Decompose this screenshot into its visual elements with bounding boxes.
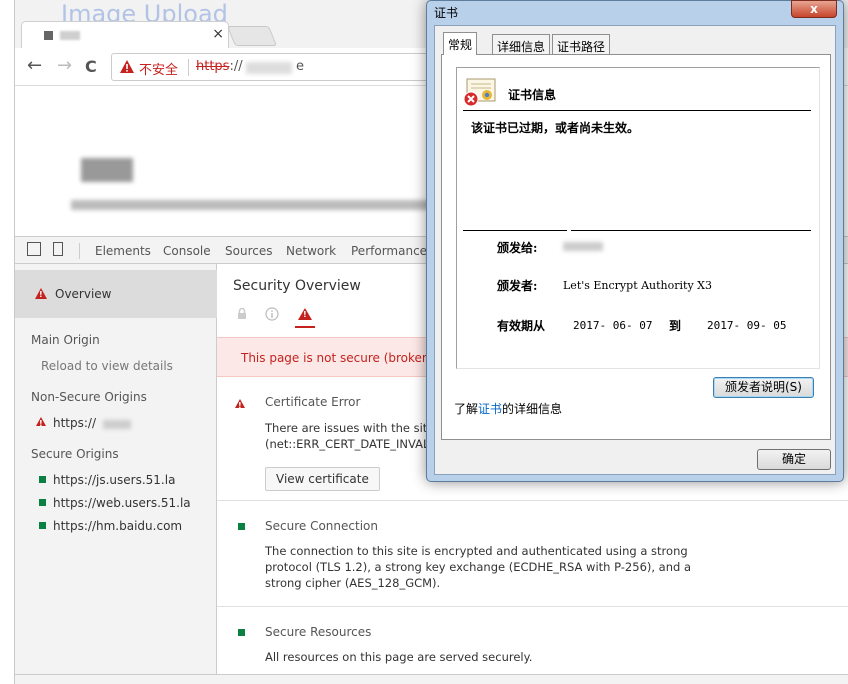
secure-connection-text: protocol (TLS 1.2), a strong key exchang… [265,560,692,574]
browser-tab[interactable]: × [21,21,229,49]
section-divider-left [463,230,567,231]
certificate-dialog: 证书 x 常规 详细信息 证书路径 证书信息 该证书已过期，或者尚未生效。 颁发… [426,0,844,482]
secure-status-icon [238,523,245,530]
omnibox-divider [188,59,189,76]
tab-close-icon[interactable]: × [212,26,224,42]
forward-arrow-icon[interactable]: → [57,55,72,76]
general-tab-pane: 证书信息 该证书已过期，或者尚未生效。 颁发给: 颁发者: Let's Encr… [441,54,831,440]
ok-button[interactable]: 确定 [757,449,831,470]
certificate-error-title: Certificate Error [265,395,361,409]
secure-origin-item[interactable]: https://web.users.51.la [53,496,191,510]
tab-details[interactable]: 详细信息 [492,34,551,55]
security-sidebar: Overview Main Origin Reload to view deta… [15,264,217,684]
secure-status-icon [39,499,46,506]
sidebar-item-label: Overview [55,287,112,301]
close-icon[interactable]: x [791,0,837,18]
security-overview-title: Security Overview [233,278,361,294]
origin-redacted [103,420,131,429]
issuer-statement-button[interactable]: 颁发者说明(S) [713,377,814,398]
dialog-client-area: 常规 详细信息 证书路径 证书信息 该证书已过期，或者尚未生效。 颁发给: 颁发… [434,25,836,475]
url-tail: e [296,59,304,74]
page-text-redacted [71,200,431,210]
warning-icon [35,288,47,299]
url-separator: :// [229,59,243,74]
secure-connection-section: Secure Connection The connection to this… [217,519,848,607]
secure-connection-title: Secure Connection [265,519,378,533]
learn-more-prefix: 了解 [454,402,479,416]
certificate-error-icon [463,78,496,107]
banner-text: This page is not secure (broken HT [241,351,450,365]
secure-origin-item[interactable]: https://hm.baidu.com [53,519,182,533]
view-certificate-button[interactable]: View certificate [265,467,380,491]
certificate-info-heading: 证书信息 [508,88,557,102]
secure-resources-title: Secure Resources [265,625,372,639]
secure-origins-heading: Secure Origins [31,447,119,461]
secure-origin-item[interactable]: https://js.users.51.la [53,473,175,487]
learn-more-text: 了解证书的详细信息 [454,400,562,417]
new-tab-button[interactable] [226,26,278,46]
secure-resources-section: Secure Resources All resources on this p… [217,625,848,671]
tab-network[interactable]: Network [286,244,336,258]
issued-to-redacted [563,242,603,251]
inspect-element-icon[interactable] [27,242,41,256]
tab-sources[interactable]: Sources [225,244,272,258]
tab-performance[interactable]: Performance [351,244,427,258]
secure-status-icon [39,522,46,529]
address-bar[interactable]: 不安全 https:// e [111,53,431,81]
url-scheme: https [196,59,230,74]
certificate-link[interactable]: 证书 [478,402,502,416]
secure-connection-text: strong cipher (AES_128_GCM). [265,576,441,590]
warning-underline [295,326,315,328]
issued-to-label: 颁发给: [497,241,538,255]
issued-by-label: 颁发者: [497,279,538,293]
tab-console[interactable]: Console [163,244,211,258]
certificate-error-code: (net::ERR_CERT_DATE_INVALID [265,437,442,451]
valid-from-value: 2017- 06- 07 [573,319,653,332]
secure-status-icon [39,476,46,483]
non-secure-origin-item[interactable]: https:// [53,416,96,430]
warning-icon [298,308,312,320]
tab-certification-path[interactable]: 证书路径 [552,34,611,55]
sidebar-item-overview[interactable]: Overview [15,270,217,318]
heading-divider [463,110,811,111]
devtools-drawer-bar [15,674,848,684]
url-redacted [246,62,292,74]
certificate-info-box: 证书信息 该证书已过期，或者尚未生效。 颁发给: 颁发者: Let's Encr… [456,67,820,369]
validity-to-label: 到 [669,319,682,333]
valid-to-value: 2017- 09- 05 [707,319,787,332]
tab-elements[interactable]: Elements [95,244,151,258]
issued-by-value: Let's Encrypt Authority X3 [563,279,712,292]
tab-title-redacted [60,31,80,40]
certificate-error-text: There are issues with the site's [265,421,444,435]
secure-connection-text: The connection to this site is encrypted… [265,544,688,558]
dialog-title: 证书 [434,6,459,20]
certificate-status-text: 该证书已过期，或者尚未生效。 [471,121,640,135]
not-secure-label[interactable]: 不安全 [139,59,178,78]
main-origin-reload-item[interactable]: Reload to view details [41,359,173,373]
secure-resources-text: All resources on this page are served se… [265,650,533,664]
back-arrow-icon[interactable]: ← [27,55,42,76]
url-text[interactable]: https:// [196,59,243,74]
tab-general[interactable]: 常规 [443,32,478,55]
non-secure-origins-heading: Non-Secure Origins [31,390,147,404]
device-toolbar-icon[interactable] [53,242,63,256]
warning-icon [235,399,245,410]
info-icon [265,307,279,321]
page-favicon-icon [44,31,53,40]
not-secure-warning-icon[interactable] [119,59,135,74]
lock-icon [238,308,246,319]
devtools-divider [79,243,80,259]
warning-icon [36,417,46,428]
reload-icon[interactable]: C [85,57,97,76]
secure-status-icon [238,629,245,636]
main-origin-heading: Main Origin [31,333,100,347]
learn-more-suffix: 的详细信息 [502,402,563,416]
page-heading-redacted [81,158,133,182]
section-divider-right [571,230,811,231]
validity-label: 有效期从 [497,319,546,333]
